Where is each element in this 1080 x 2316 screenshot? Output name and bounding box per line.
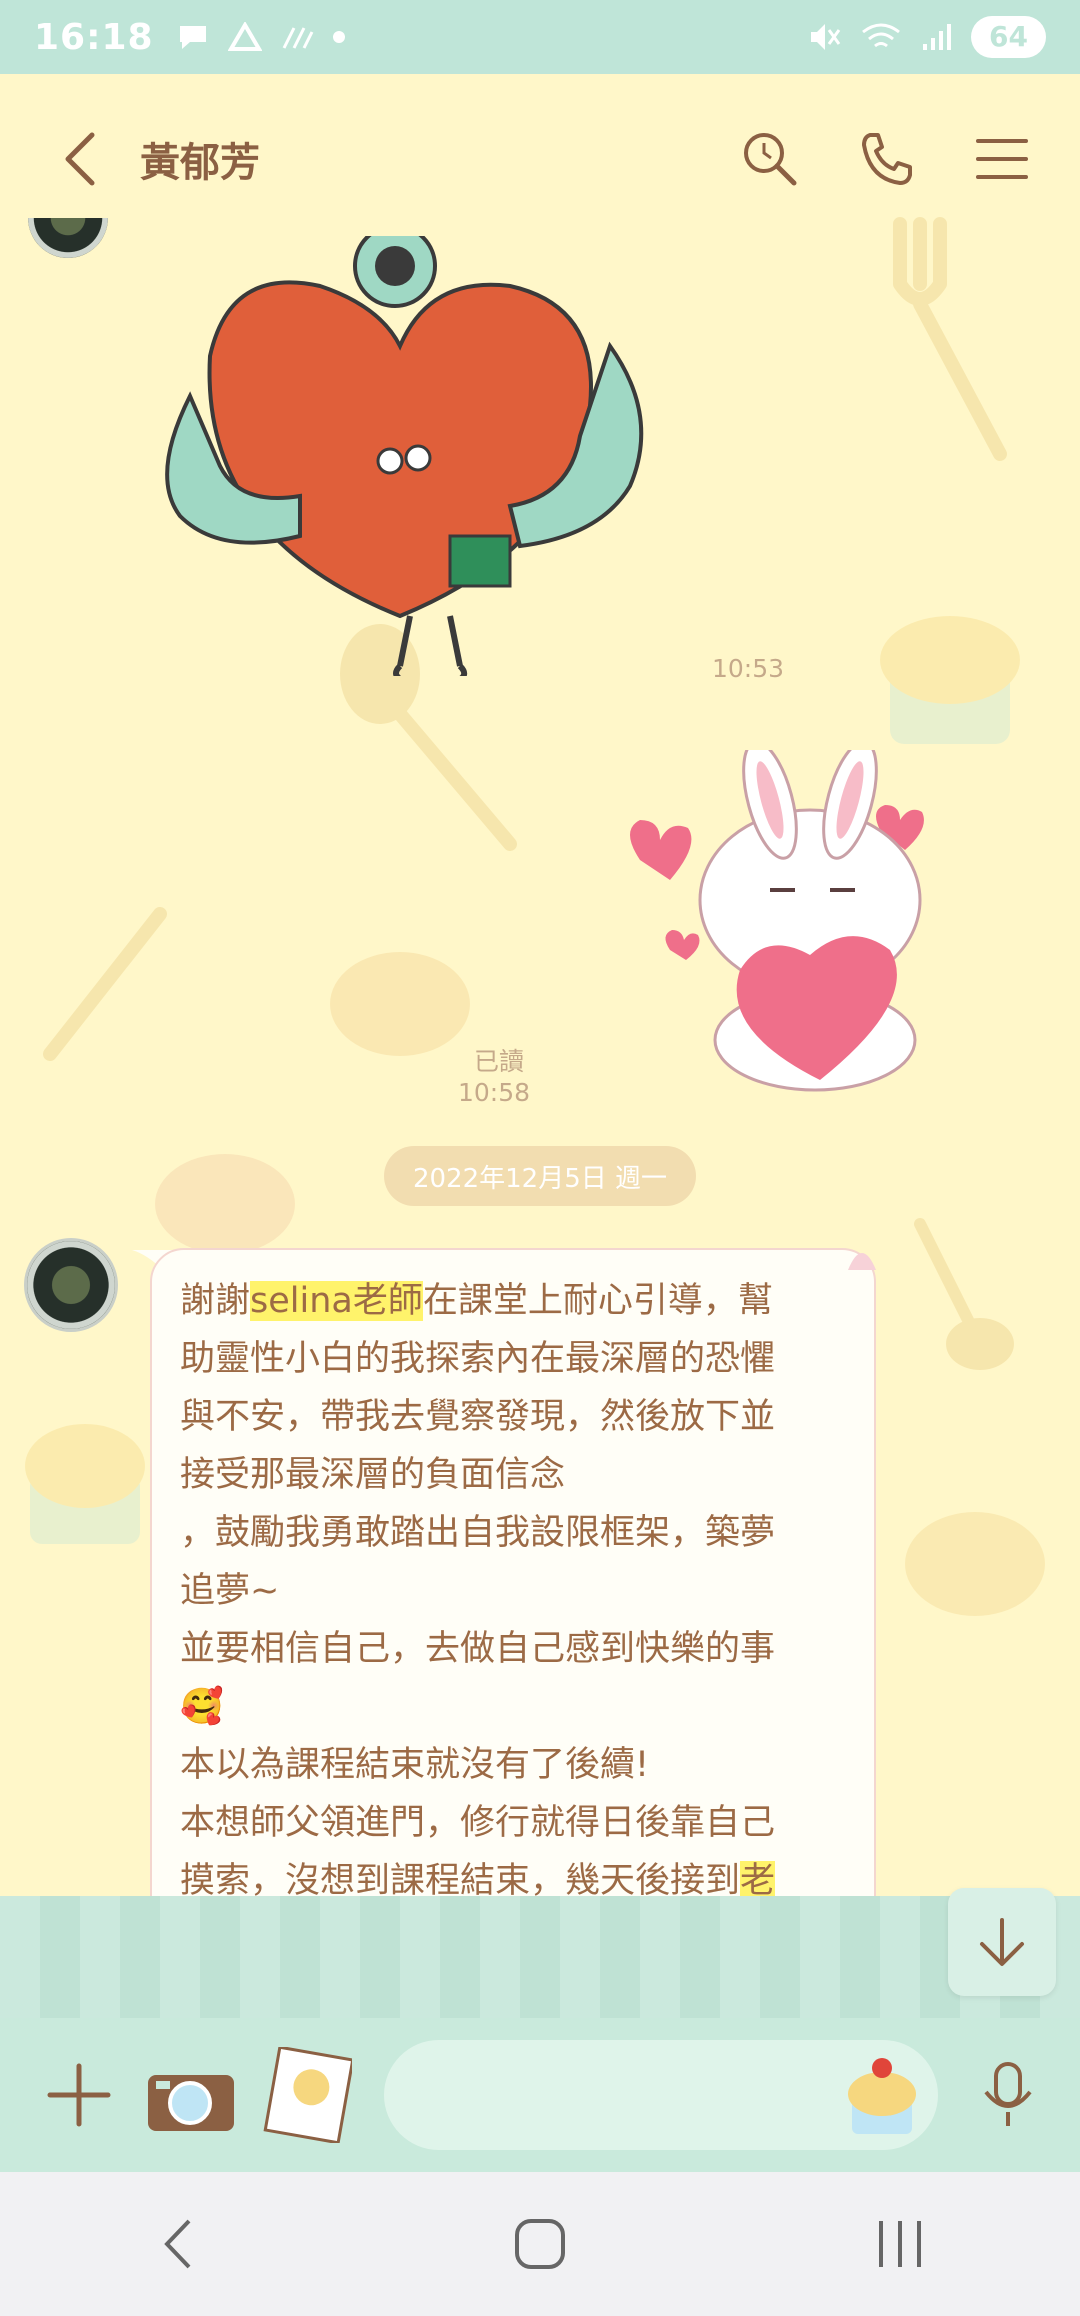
signal-icon bbox=[923, 24, 952, 50]
nav-recents-icon bbox=[879, 2221, 921, 2267]
message-input[interactable] bbox=[384, 2040, 938, 2150]
nav-back-icon bbox=[164, 2219, 191, 2269]
menu-button[interactable] bbox=[972, 129, 1032, 189]
message-line: 接受那最深層的負面信念 bbox=[180, 1446, 846, 1504]
heart-hug-sticker[interactable] bbox=[160, 236, 670, 676]
nav-back-button[interactable] bbox=[145, 2209, 215, 2279]
message-text-segment: 摸索，沒想到課程結束，幾天後接到 bbox=[180, 1861, 741, 1901]
wifi-icon bbox=[862, 23, 900, 48]
message-text-segment: 接受那最深層的負面信念 bbox=[180, 1455, 566, 1495]
cupcake-decoration bbox=[880, 616, 1020, 744]
dot-icon bbox=[332, 31, 345, 43]
back-button[interactable] bbox=[50, 119, 110, 199]
nav-home-button[interactable] bbox=[505, 2209, 575, 2279]
fork-decoration bbox=[43, 907, 167, 1061]
read-receipt: 已讀 bbox=[474, 1047, 525, 1076]
photo-icon[interactable] bbox=[262, 2047, 352, 2143]
search-icon bbox=[744, 133, 797, 186]
system-nav-bar bbox=[0, 2172, 1080, 2316]
message-line: ，鼓勵我勇敢踏出自我設限框架，築夢 bbox=[180, 1504, 846, 1562]
arrow-down-icon bbox=[980, 1918, 1024, 1966]
cupcake-emoji-icon[interactable] bbox=[842, 2054, 922, 2136]
date-divider: 2022年12月5日 週一 bbox=[384, 1146, 696, 1206]
macaron-decoration bbox=[330, 952, 470, 1056]
message-text-segment: 本想師父領進門，修行就得日後靠自己 bbox=[180, 1803, 776, 1843]
avatar[interactable] bbox=[24, 1238, 118, 1332]
nav-recents-button[interactable] bbox=[865, 2209, 935, 2279]
message-text-segment: 與不安，帶我去覺察發現，然後放下並 bbox=[180, 1397, 776, 1437]
call-button[interactable] bbox=[856, 129, 916, 189]
nav-home-icon bbox=[515, 2219, 565, 2269]
stripes-icon bbox=[282, 27, 313, 49]
spoon-decoration bbox=[914, 1218, 1014, 1370]
battery-indicator: 64 bbox=[971, 16, 1046, 58]
fork-decoration bbox=[893, 217, 1007, 461]
message-line: 本想師父領進門，修行就得日後靠自己 bbox=[180, 1794, 846, 1852]
wallpaper-stripes bbox=[0, 1896, 1080, 2018]
message-text-segment: 🥰 bbox=[180, 1687, 224, 1727]
microphone-icon[interactable] bbox=[978, 2060, 1038, 2130]
whipped-cream-icon bbox=[848, 1253, 876, 1270]
highlighted-text: selina老師 bbox=[250, 1281, 423, 1321]
message-line: 與不安，帶我去覺察發現，然後放下並 bbox=[180, 1388, 846, 1446]
message-line: 🥰 bbox=[180, 1678, 846, 1736]
message-text-segment: 謝謝 bbox=[180, 1281, 251, 1321]
bunny-heart-sticker[interactable] bbox=[600, 750, 990, 1100]
plus-icon[interactable] bbox=[44, 2060, 114, 2130]
message-text-segment: 在課堂上耐心引導，幫 bbox=[422, 1281, 773, 1321]
macaron-decoration bbox=[905, 1512, 1045, 1616]
message-line: 並要相信自己，去做自己感到快樂的事 bbox=[180, 1620, 846, 1678]
status-time: 16:18 bbox=[34, 16, 154, 58]
message-text-segment: 追夢~ bbox=[180, 1571, 280, 1611]
message-time: 10:53 bbox=[712, 654, 785, 683]
menu-icon bbox=[976, 139, 1028, 179]
chevron-left-icon bbox=[65, 132, 95, 186]
highlighted-text: 老 bbox=[740, 1861, 776, 1901]
message-line: 助靈性小白的我探索內在最深層的恐懼 bbox=[180, 1330, 846, 1388]
avatar[interactable] bbox=[28, 218, 108, 258]
input-bar bbox=[0, 2018, 1080, 2172]
message-line: 追夢~ bbox=[180, 1562, 846, 1620]
message-text-segment: 並要相信自己，去做自己感到快樂的事 bbox=[180, 1629, 776, 1669]
phone-icon bbox=[862, 133, 912, 185]
status-bar: 16:18 64 bbox=[0, 0, 1080, 74]
chat-title: 黃郁芳 bbox=[140, 140, 260, 186]
message-bubble[interactable]: 謝謝selina老師在課堂上耐心引導，幫助靈性小白的我探索內在最深層的恐懼 與不安… bbox=[150, 1248, 876, 2008]
search-history-button[interactable] bbox=[740, 129, 800, 189]
cupcake-decoration bbox=[25, 1424, 145, 1544]
message-text-segment: 助靈性小白的我探索內在最深層的恐懼 bbox=[180, 1339, 776, 1379]
drive-icon bbox=[227, 22, 262, 51]
mute-icon bbox=[811, 24, 841, 50]
message-time: 10:58 bbox=[458, 1078, 531, 1107]
message-text-segment: 本以為課程結束就沒有了後續! bbox=[180, 1745, 650, 1785]
chat-header: 黃郁芳 bbox=[0, 74, 1080, 244]
jump-to-latest-button[interactable] bbox=[948, 1888, 1056, 1996]
camera-icon[interactable] bbox=[144, 2055, 240, 2135]
message-line: 本以為課程結束就沒有了後續! bbox=[180, 1736, 846, 1794]
message-text-segment: ，鼓勵我勇敢踏出自我設限框架，築夢 bbox=[180, 1513, 776, 1553]
message-line: 謝謝selina老師在課堂上耐心引導，幫 bbox=[180, 1272, 846, 1330]
chat-bubble-icon bbox=[179, 26, 206, 49]
